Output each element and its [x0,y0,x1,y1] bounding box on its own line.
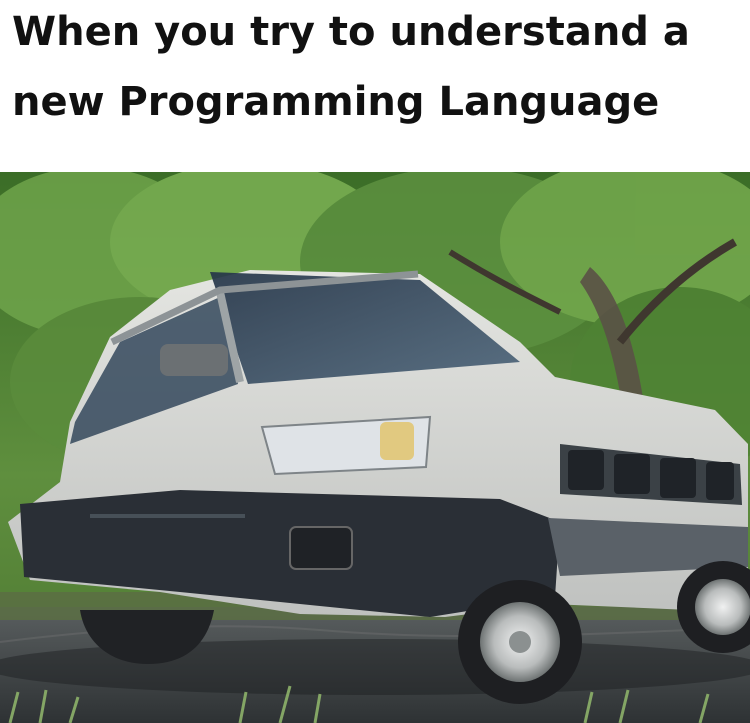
car-photo-icon [0,172,750,723]
caption-line-1: When you try to understand a [12,9,690,55]
rear-wheel [695,579,750,635]
meme-photo [0,172,750,723]
fog-light [289,526,353,570]
meme-container: When you try to understand a new Program… [0,0,750,723]
side-mirror [160,344,228,376]
caption-area: When you try to understand a new Program… [0,0,750,172]
caption-line-2: new Programming Language [12,79,660,125]
